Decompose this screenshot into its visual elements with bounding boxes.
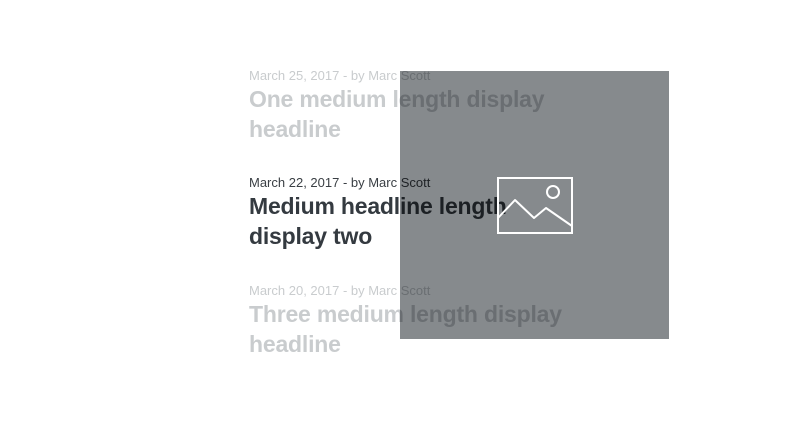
stage: March 25, 2017 - by Marc Scott One mediu… — [0, 0, 800, 426]
image-icon — [497, 177, 573, 234]
